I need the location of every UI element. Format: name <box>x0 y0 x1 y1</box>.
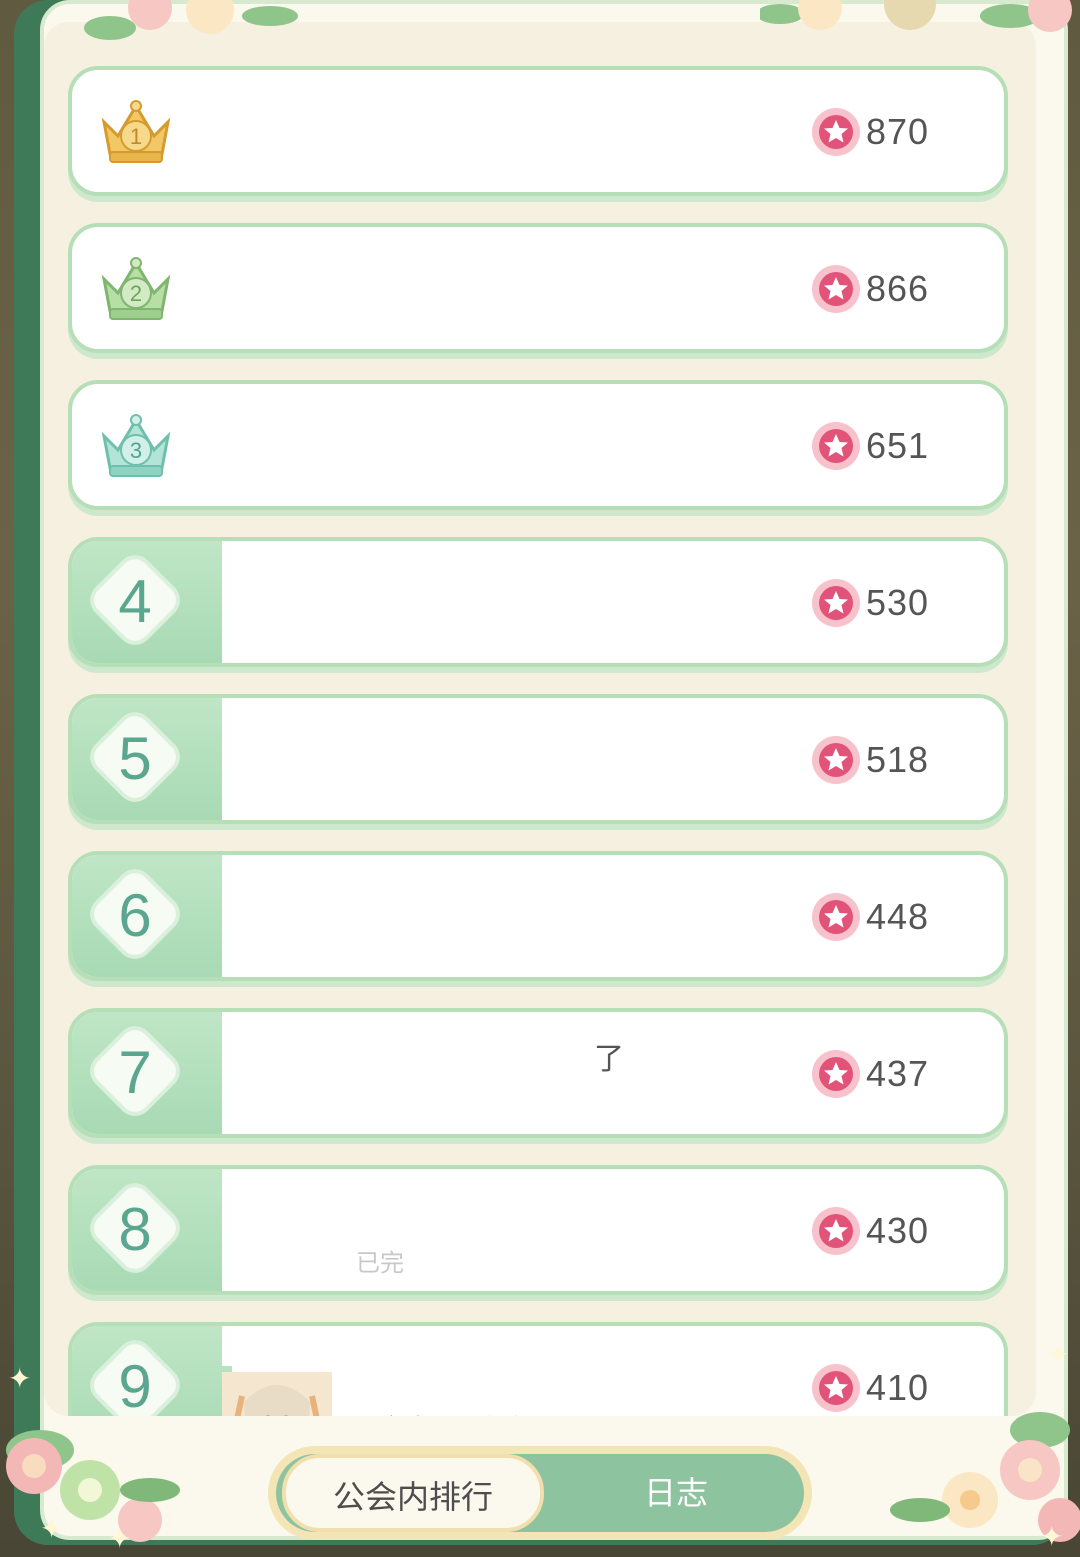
sparkle-icon: ✦ <box>108 1522 132 1555</box>
ranking-row-1[interactable]: 1 870 <box>68 66 1008 196</box>
pink-star-flower-icon <box>812 893 860 941</box>
ranking-list[interactable]: 1 870 2 866 3 651 4 530 5 518 6 448 7 了 … <box>44 22 1036 1416</box>
sparkle-icon: ✦ <box>1040 1520 1064 1553</box>
score-value: 870 <box>866 111 930 152</box>
score-value: 430 <box>866 1210 930 1251</box>
pink-star-flower-icon <box>812 265 860 313</box>
score-value: 866 <box>866 268 930 309</box>
flower-decoration-top-right <box>760 0 1072 32</box>
rank-number: 6 <box>118 882 152 949</box>
score-value: 530 <box>866 582 930 623</box>
ranking-row-2[interactable]: 2 866 <box>68 223 1008 353</box>
redacted-player-info <box>222 384 652 506</box>
rank-number: 8 <box>118 1196 152 1263</box>
redacted-player-info <box>222 855 652 977</box>
tab-log[interactable]: 日志 <box>576 1454 776 1532</box>
pink-star-flower-icon <box>812 579 860 627</box>
teal-crown-icon: 3 <box>101 414 171 477</box>
ranking-row-6[interactable]: 6 448 <box>68 851 1008 981</box>
redacted-player-info <box>222 1326 652 1366</box>
flower-decoration-left <box>6 1430 180 1542</box>
sparkle-icon: ✦ <box>1046 1338 1070 1371</box>
green-crown-icon: 2 <box>101 257 171 320</box>
score-value: 518 <box>866 739 930 780</box>
pink-star-flower-icon <box>812 422 860 470</box>
rank-number: 3 <box>130 438 142 463</box>
tab-guild-ranking[interactable]: 公会内排行 <box>282 1454 544 1532</box>
redacted-player-info <box>222 1012 652 1134</box>
redacted-player-info <box>222 541 652 663</box>
rank-number: 4 <box>118 568 152 635</box>
ranking-row-8[interactable]: 8 已完 430 <box>68 1165 1008 1295</box>
pink-star-flower-icon <box>812 736 860 784</box>
ranking-row-5[interactable]: 5 518 <box>68 694 1008 824</box>
sparkle-icon: ✦ <box>8 1362 32 1395</box>
tab-bar-track: 公会内排行 日志 <box>276 1454 804 1532</box>
rank-badge: 5 <box>72 698 232 820</box>
pink-star-flower-icon <box>812 1207 860 1255</box>
rank-number: 1 <box>130 124 142 149</box>
task-status: 已完成20个任务 <box>356 1408 531 1416</box>
sparkle-icon: ✦ <box>40 1512 64 1545</box>
task-status: 已完 <box>356 1249 404 1277</box>
redacted-player-info <box>222 698 652 820</box>
rank-badge: 8 <box>72 1169 232 1291</box>
partial-player-name: 了 <box>594 1042 624 1077</box>
rank-badge: 4 <box>72 541 232 663</box>
rank-badge: 6 <box>72 855 232 977</box>
score-value: 651 <box>866 425 930 466</box>
rank-number: 2 <box>130 281 142 306</box>
score-value: 437 <box>866 1053 930 1094</box>
tab-bar: 公会内排行 日志 <box>268 1446 812 1540</box>
score-value: 448 <box>866 896 930 937</box>
flower-decoration-top <box>84 0 298 40</box>
player-avatar <box>222 1372 332 1416</box>
rank-badge: 7 <box>72 1012 232 1134</box>
ranking-row-7[interactable]: 7 了 437 <box>68 1008 1008 1138</box>
ranking-row-9[interactable]: 9 已完成20个任务 410 <box>68 1322 1008 1416</box>
rank-number: 7 <box>118 1039 152 1106</box>
pink-star-flower-icon <box>812 108 860 156</box>
pink-star-flower-icon <box>812 1050 860 1098</box>
rank-number: 5 <box>118 725 152 792</box>
ranking-row-4[interactable]: 4 530 <box>68 537 1008 667</box>
redacted-player-info <box>222 70 652 192</box>
ranking-row-3[interactable]: 3 651 <box>68 380 1008 510</box>
pink-star-flower-icon <box>812 1364 860 1412</box>
redacted-player-info <box>222 1169 652 1291</box>
redacted-player-info <box>222 227 652 349</box>
gold-crown-icon: 1 <box>101 100 171 163</box>
